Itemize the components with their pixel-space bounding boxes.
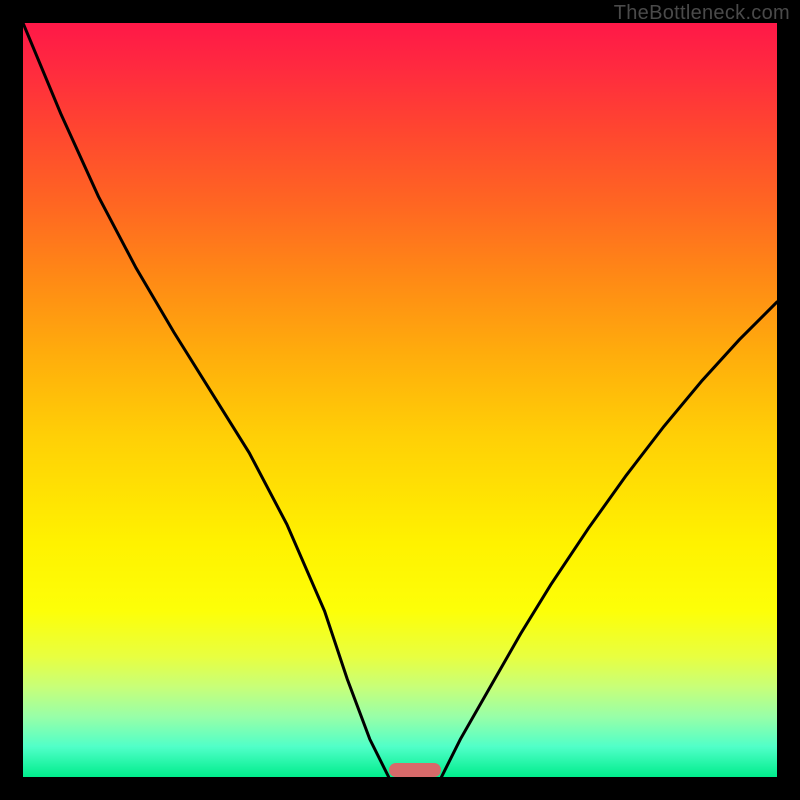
watermark-text: TheBottleneck.com bbox=[614, 2, 790, 25]
outer-frame: TheBottleneck.com bbox=[0, 0, 800, 800]
optimal-range-marker bbox=[389, 763, 442, 777]
bottleneck-curve bbox=[23, 23, 777, 777]
